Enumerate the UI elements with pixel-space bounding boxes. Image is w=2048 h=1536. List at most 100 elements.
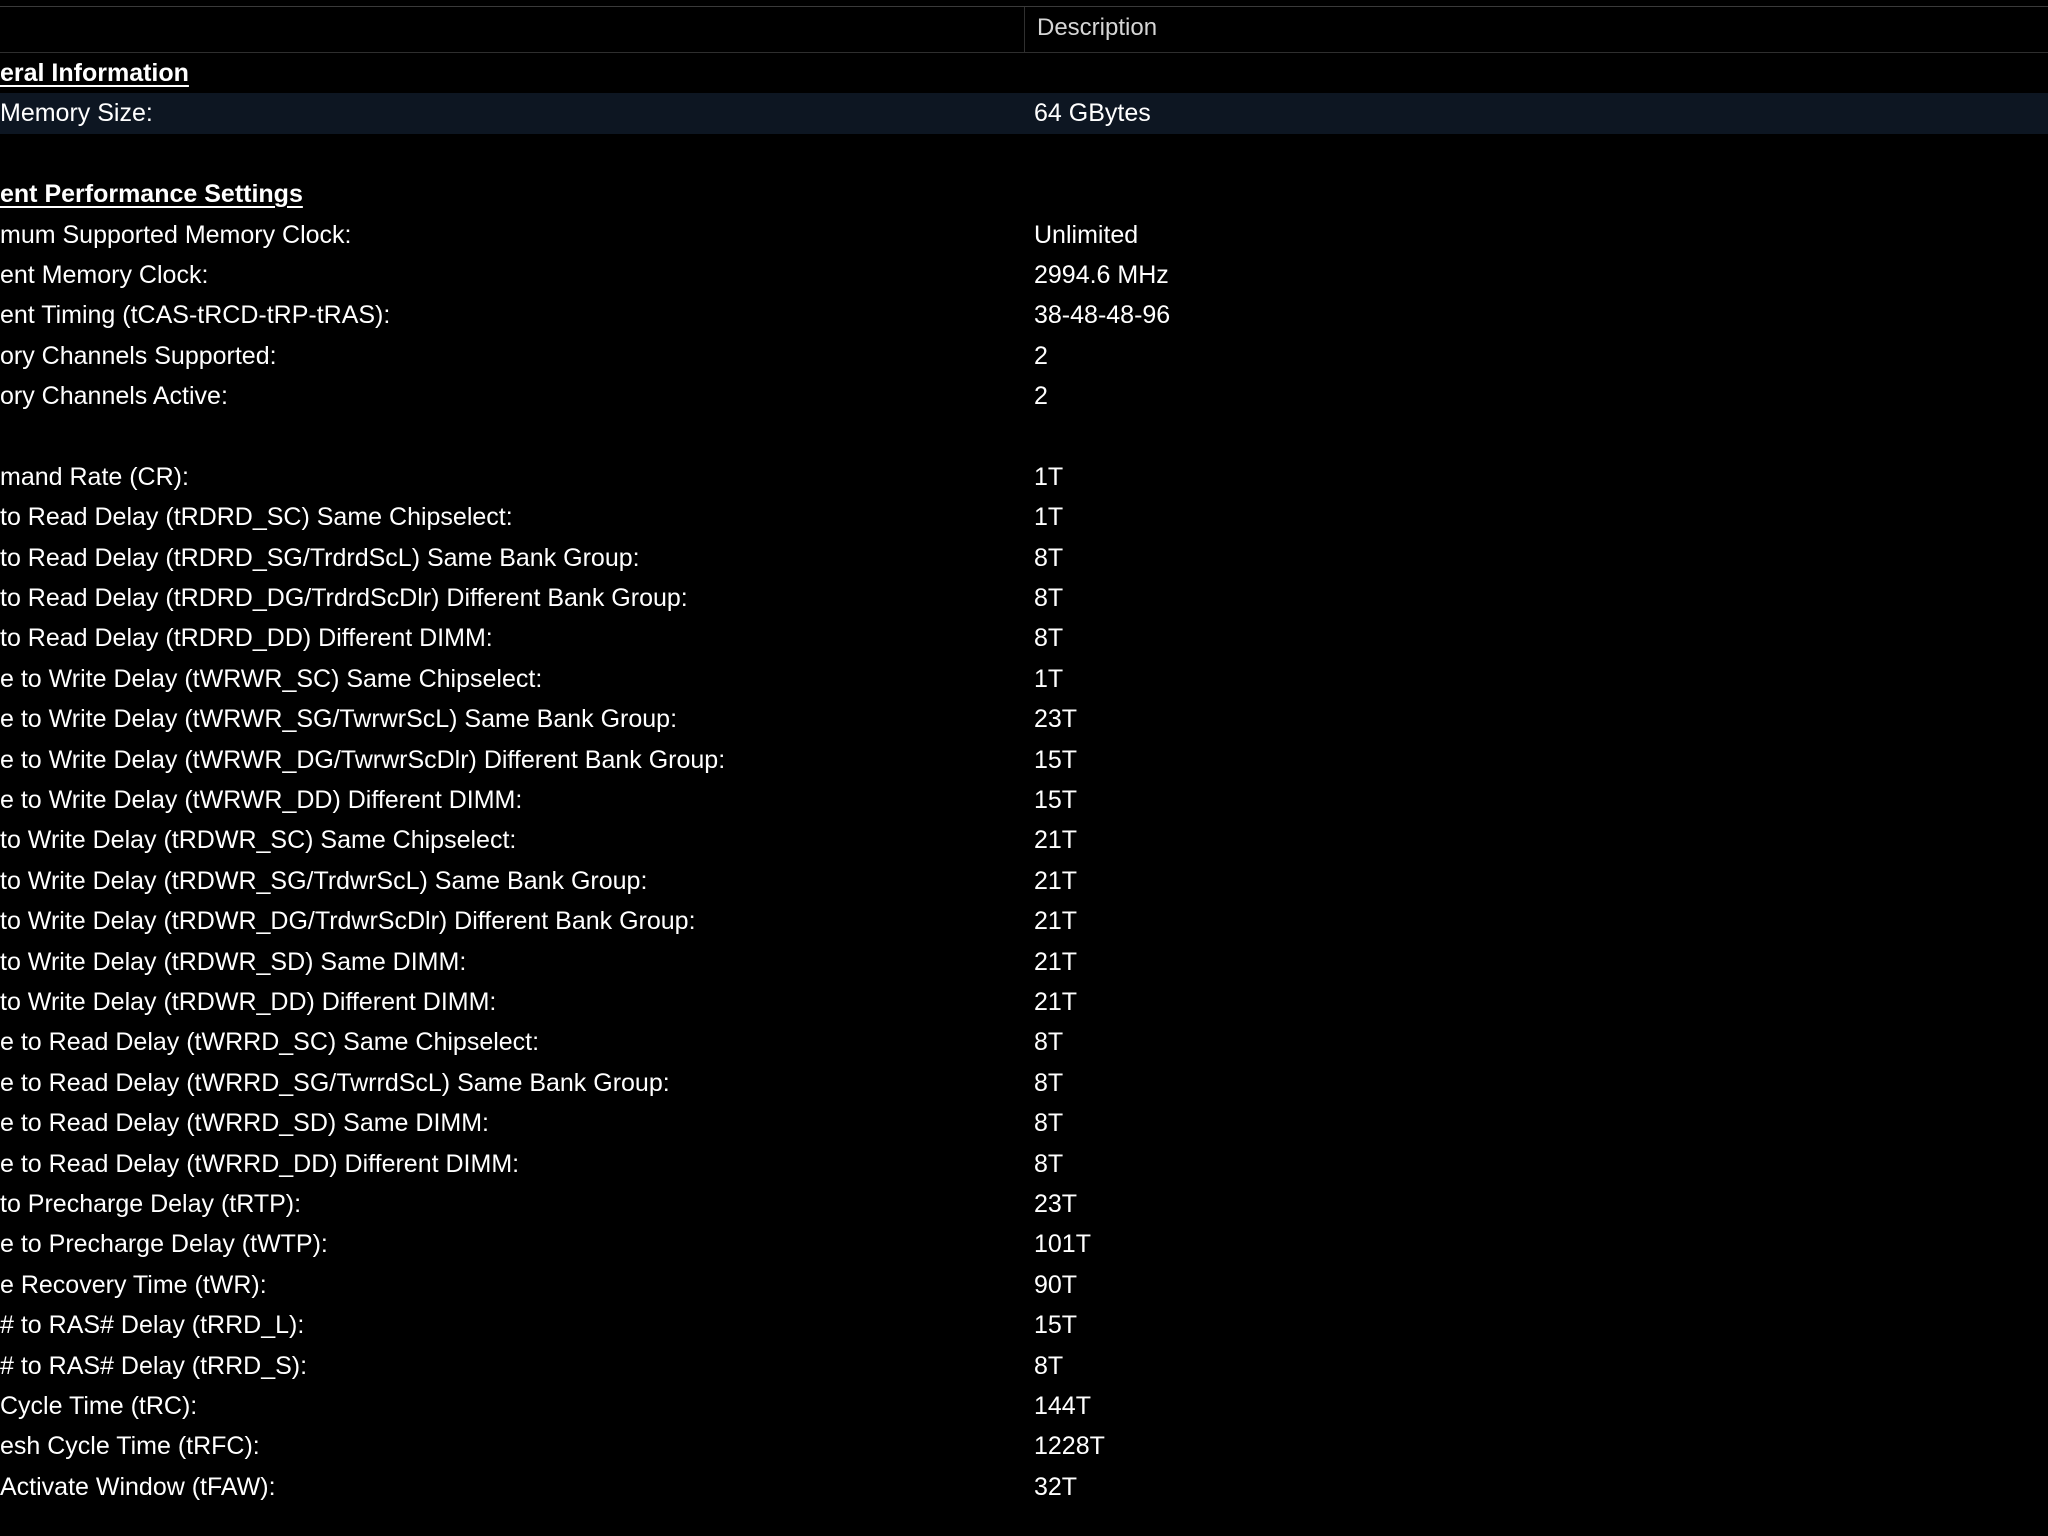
field-label: Cycle Time (tRC): bbox=[0, 1391, 198, 1420]
list-item[interactable]: e to Read Delay (tWRRD_DD) Different DIM… bbox=[0, 1144, 2048, 1184]
list-item[interactable]: to Read Delay (tRDRD_DG/TrdrdScDlr) Diff… bbox=[0, 578, 2048, 618]
field-label: to Read Delay (tRDRD_SG/TrdrdScL) Same B… bbox=[0, 543, 640, 572]
list-item[interactable]: e to Write Delay (tWRWR_DG/TwrwrScDlr) D… bbox=[0, 740, 2048, 780]
field-label: e to Read Delay (tWRRD_SD) Same DIMM: bbox=[0, 1109, 490, 1138]
field-value: 64 GBytes bbox=[1034, 99, 1151, 128]
list-item[interactable]: to Write Delay (tRDWR_SG/TrdwrScL) Same … bbox=[0, 861, 2048, 901]
list-item[interactable]: mand Rate (CR): 1T bbox=[0, 457, 2048, 497]
field-label: e Recovery Time (tWR): bbox=[0, 1270, 267, 1299]
list-item[interactable]: to Write Delay (tRDWR_DG/TrdwrScDlr) Dif… bbox=[0, 901, 2048, 941]
field-label: to Write Delay (tRDWR_SC) Same Chipselec… bbox=[0, 826, 517, 855]
field-label: # to RAS# Delay (tRRD_S): bbox=[0, 1351, 308, 1380]
field-label: to Read Delay (tRDRD_SC) Same Chipselect… bbox=[0, 503, 513, 532]
field-label: # to RAS# Delay (tRRD_L): bbox=[0, 1311, 305, 1340]
list-item[interactable]: esh Cycle Time (tRFC): 1228T bbox=[0, 1426, 2048, 1466]
list-item[interactable]: mum Supported Memory Clock: Unlimited bbox=[0, 215, 2048, 255]
field-value: 8T bbox=[1034, 1149, 1064, 1178]
blank-row bbox=[0, 417, 2048, 457]
field-value: 21T bbox=[1034, 866, 1078, 895]
field-label: to Write Delay (tRDWR_SG/TrdwrScL) Same … bbox=[0, 866, 648, 895]
list-item[interactable]: to Write Delay (tRDWR_DD) Different DIMM… bbox=[0, 982, 2048, 1022]
list-item[interactable]: to Precharge Delay (tRTP): 23T bbox=[0, 1184, 2048, 1224]
field-label: to Write Delay (tRDWR_DG/TrdwrScDlr) Dif… bbox=[0, 907, 696, 936]
list-item[interactable]: e to Read Delay (tWRRD_SC) Same Chipsele… bbox=[0, 1022, 2048, 1062]
field-value: 15T bbox=[1034, 1311, 1078, 1340]
field-value: 8T bbox=[1034, 1028, 1064, 1057]
list-item[interactable]: to Read Delay (tRDRD_SC) Same Chipselect… bbox=[0, 497, 2048, 537]
field-value: 8T bbox=[1034, 1351, 1064, 1380]
field-value: 32T bbox=[1034, 1472, 1078, 1501]
field-label: esh Cycle Time (tRFC): bbox=[0, 1432, 260, 1461]
field-value: 21T bbox=[1034, 947, 1078, 976]
field-value: Unlimited bbox=[1034, 220, 1139, 249]
field-value: 8T bbox=[1034, 1068, 1064, 1097]
field-value: 15T bbox=[1034, 745, 1078, 774]
section-title: ent Performance Settings bbox=[0, 180, 303, 209]
section-header-row[interactable]: eral Information bbox=[0, 53, 2048, 93]
field-label: Memory Size: bbox=[0, 99, 153, 128]
field-value: 23T bbox=[1034, 705, 1078, 734]
list-item[interactable]: ory Channels Supported: 2 bbox=[0, 336, 2048, 376]
list-item[interactable]: e to Write Delay (tWRWR_SG/TwrwrScL) Sam… bbox=[0, 699, 2048, 739]
field-value: 90T bbox=[1034, 1270, 1078, 1299]
list-item[interactable]: # to RAS# Delay (tRRD_L): 15T bbox=[0, 1305, 2048, 1345]
field-value: 101T bbox=[1034, 1230, 1091, 1259]
list-item[interactable]: e to Write Delay (tWRWR_SC) Same Chipsel… bbox=[0, 659, 2048, 699]
field-label: e to Read Delay (tWRRD_DD) Different DIM… bbox=[0, 1149, 520, 1178]
field-value: 1T bbox=[1034, 503, 1064, 532]
field-label: to Write Delay (tRDWR_SD) Same DIMM: bbox=[0, 947, 467, 976]
section-header-row[interactable]: ent Performance Settings bbox=[0, 174, 2048, 214]
field-label: mum Supported Memory Clock: bbox=[0, 220, 352, 249]
list-item[interactable]: e to Read Delay (tWRRD_SD) Same DIMM: 8T bbox=[0, 1103, 2048, 1143]
list-item[interactable]: Memory Size: 64 GBytes bbox=[0, 93, 2048, 134]
field-label: e to Write Delay (tWRWR_SG/TwrwrScL) Sam… bbox=[0, 705, 678, 734]
field-label: to Write Delay (tRDWR_DD) Different DIMM… bbox=[0, 987, 497, 1016]
column-divider[interactable] bbox=[1024, 7, 1025, 52]
field-value: 2 bbox=[1034, 382, 1048, 411]
field-label: ory Channels Active: bbox=[0, 382, 228, 411]
list-item[interactable]: ent Timing (tCAS-tRCD-tRP-tRAS): 38-48-48… bbox=[0, 295, 2048, 335]
list-item[interactable]: e Recovery Time (tWR): 90T bbox=[0, 1265, 2048, 1305]
list-item[interactable]: ent Memory Clock: 2994.6 MHz bbox=[0, 255, 2048, 295]
memory-info-list: eral Information Memory Size: 64 GBytes en… bbox=[0, 53, 2048, 1507]
list-item[interactable]: to Read Delay (tRDRD_SG/TrdrdScL) Same B… bbox=[0, 538, 2048, 578]
field-label: ent Timing (tCAS-tRCD-tRP-tRAS): bbox=[0, 301, 391, 330]
field-label: e to Write Delay (tWRWR_DD) Different DI… bbox=[0, 786, 523, 815]
list-item[interactable]: e to Precharge Delay (tWTP): 101T bbox=[0, 1224, 2048, 1264]
field-value: 8T bbox=[1034, 624, 1064, 653]
field-value: 1228T bbox=[1034, 1432, 1105, 1461]
field-value: 38-48-48-96 bbox=[1034, 301, 1171, 330]
list-item[interactable]: to Write Delay (tRDWR_SD) Same DIMM: 21T bbox=[0, 942, 2048, 982]
list-item[interactable]: e to Write Delay (tWRWR_DD) Different DI… bbox=[0, 780, 2048, 820]
field-label: e to Precharge Delay (tWTP): bbox=[0, 1230, 328, 1259]
list-item[interactable]: Activate Window (tFAW): 32T bbox=[0, 1467, 2048, 1507]
field-value: 8T bbox=[1034, 543, 1064, 572]
field-value: 8T bbox=[1034, 584, 1064, 613]
list-item[interactable]: to Read Delay (tRDRD_DD) Different DIMM:… bbox=[0, 618, 2048, 658]
field-value: 1T bbox=[1034, 664, 1064, 693]
list-item[interactable]: e to Read Delay (tWRRD_SG/TwrrdScL) Same… bbox=[0, 1063, 2048, 1103]
field-value: 1T bbox=[1034, 462, 1064, 491]
field-value: 23T bbox=[1034, 1189, 1078, 1218]
field-value: 2 bbox=[1034, 341, 1048, 370]
field-label: e to Write Delay (tWRWR_DG/TwrwrScDlr) D… bbox=[0, 745, 726, 774]
field-value: 15T bbox=[1034, 786, 1078, 815]
blank-row bbox=[0, 134, 2048, 174]
list-item[interactable]: to Write Delay (tRDWR_SC) Same Chipselec… bbox=[0, 820, 2048, 860]
list-item[interactable]: Cycle Time (tRC): 144T bbox=[0, 1386, 2048, 1426]
description-column-header[interactable]: Description bbox=[1037, 7, 1157, 52]
field-label: mand Rate (CR): bbox=[0, 462, 189, 491]
field-label: e to Read Delay (tWRRD_SG/TwrrdScL) Same… bbox=[0, 1068, 670, 1097]
field-value: 8T bbox=[1034, 1109, 1064, 1138]
field-value: 21T bbox=[1034, 987, 1078, 1016]
field-value: 2994.6 MHz bbox=[1034, 260, 1169, 289]
field-label: e to Write Delay (tWRWR_SC) Same Chipsel… bbox=[0, 664, 543, 693]
field-label: e to Read Delay (tWRRD_SC) Same Chipsele… bbox=[0, 1028, 540, 1057]
list-item[interactable]: ory Channels Active: 2 bbox=[0, 376, 2048, 416]
field-label: to Precharge Delay (tRTP): bbox=[0, 1189, 302, 1218]
field-value: 21T bbox=[1034, 826, 1078, 855]
list-item[interactable]: # to RAS# Delay (tRRD_S): 8T bbox=[0, 1346, 2048, 1386]
section-title: eral Information bbox=[0, 59, 189, 87]
field-label: to Read Delay (tRDRD_DG/TrdrdScDlr) Diff… bbox=[0, 584, 688, 613]
field-label: ent Memory Clock: bbox=[0, 260, 209, 289]
